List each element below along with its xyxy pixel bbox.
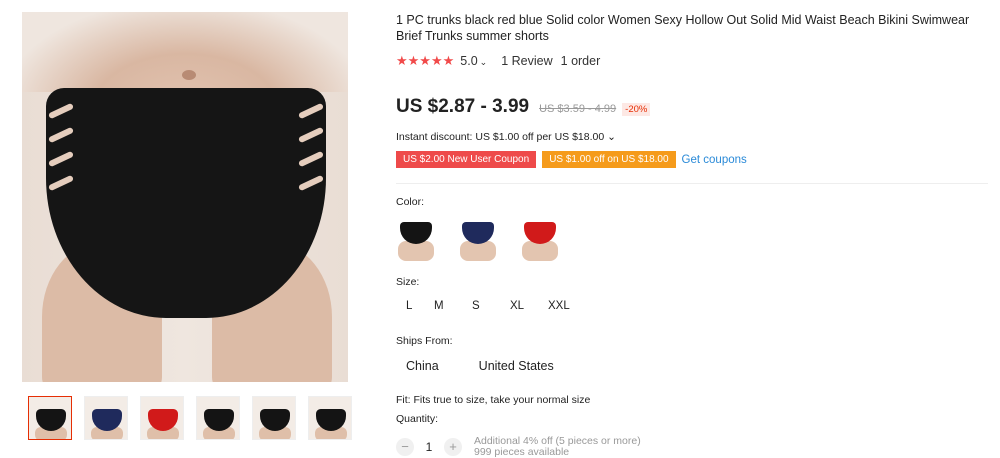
torso-skin [22,12,348,92]
quantity-info: Additional 4% off (5 pieces or more) 999… [474,435,641,458]
side-cutout [47,102,75,120]
discount-badge: -20% [622,103,651,116]
coupon-row: US $2.00 New User Coupon US $1.00 off on… [396,151,747,168]
ships-from-label: Ships From: [396,335,453,347]
side-cutout [297,126,325,144]
quantity-stepper: − 1 + Additional 4% off (5 pieces or mor… [396,436,641,458]
thumbnail-image[interactable] [28,396,72,440]
size-option-xxl[interactable]: XXL [548,300,586,312]
rating-stars-icon: ★★★★★ [396,53,455,68]
reviews-link[interactable]: 1 Review [501,54,552,68]
swatch-legs [522,241,558,261]
thumbnail-image[interactable] [84,396,128,440]
ships-from-option[interactable]: China [406,359,439,373]
size-option-l[interactable]: L [406,300,434,312]
original-price: US $3.59 - 4.99 [539,103,617,115]
size-option-xl[interactable]: XL [510,300,548,312]
current-price: US $2.87 - 3.99 [396,96,530,117]
navel-shape [182,70,196,80]
size-option-s[interactable]: S [472,300,510,312]
product-title: 1 PC trunks black red blue Solid color W… [396,13,970,43]
color-swatch[interactable] [520,214,560,262]
price-row: US $2.87 - 3.99 US $3.59 - 4.99 -20% [396,96,651,118]
instant-discount[interactable]: Instant discount: US $1.00 off per US $1… [396,131,616,143]
thumbnail-strip [28,396,352,440]
color-swatch[interactable] [396,214,436,262]
get-coupons-link[interactable]: Get coupons [682,154,747,166]
size-option-m[interactable]: M [434,300,472,312]
divider [396,183,988,184]
orders-count: 1 order [560,54,601,68]
chevron-down-icon: ⌄ [479,57,488,67]
store-coupon[interactable]: US $1.00 off on US $18.00 [542,151,676,168]
size-options: L M S XL XXL [396,300,586,312]
main-product-image[interactable] [22,12,348,382]
side-cutout [47,126,75,144]
swatch-legs [460,241,496,261]
ships-from-option[interactable]: United States [479,359,554,373]
swatch-legs [398,241,434,261]
thumbnail-image[interactable] [140,396,184,440]
side-cutout [297,150,325,168]
thumbnail-image[interactable] [308,396,352,440]
rating-row: ★★★★★ 5.0 ⌄ 1 Review 1 order [396,53,600,69]
size-label: Size: [396,276,420,288]
thumbnail-image[interactable] [196,396,240,440]
quantity-label: Quantity: [396,413,439,425]
swim-brief-shape [46,88,326,318]
new-user-coupon[interactable]: US $2.00 New User Coupon [396,151,537,168]
chevron-down-icon: ⌄ [607,131,616,143]
rating-score[interactable]: 5.0 ⌄ [460,54,487,68]
color-label: Color: [396,196,425,208]
side-cutout [297,102,325,120]
quantity-increase-button[interactable]: + [444,438,462,456]
ships-from-options: China United States [396,359,584,373]
side-cutout [47,174,75,192]
color-options [396,214,560,262]
fit-note: Fit: Fits true to size, take your normal… [396,394,591,406]
side-cutout [297,174,325,192]
side-cutout [47,150,75,168]
thumbnail-image[interactable] [252,396,296,440]
color-swatch[interactable] [458,214,498,262]
quantity-decrease-button[interactable]: − [396,438,414,456]
